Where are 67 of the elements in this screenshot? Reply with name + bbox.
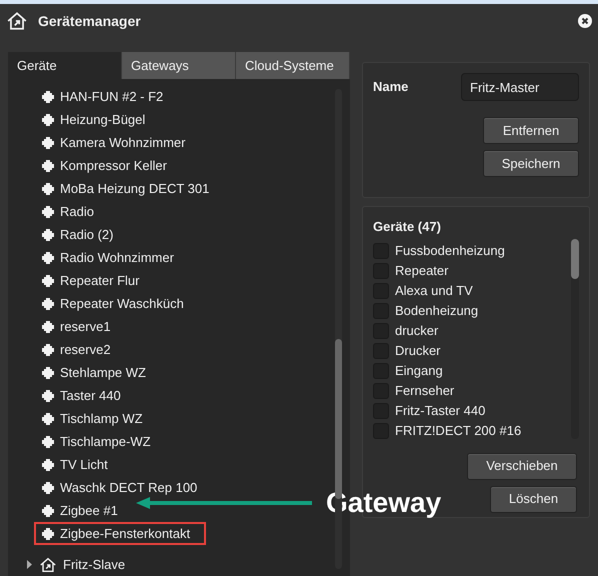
tree-item[interactable]: Kamera Wohnzimmer [34,131,196,154]
plug-icon [42,252,54,264]
tree-item[interactable]: TV Licht [34,453,118,476]
plug-icon [42,344,54,356]
device-label: FRITZ!DECT 200 #16 [395,422,522,440]
device-label: Alexa und TV [395,282,473,300]
plug-icon [42,320,54,332]
tree-item[interactable]: Heizung-Bügel [34,108,156,131]
action-button[interactable]: Löschen [490,486,577,512]
plug-icon [42,182,54,194]
plug-icon [42,436,54,448]
plug-icon [42,390,54,402]
name-field[interactable]: Fritz-Master [461,73,579,101]
plug-icon [42,458,54,470]
tab[interactable]: Cloud-Systeme [236,52,350,79]
plug-icon [42,504,54,516]
tree-item[interactable]: Tischlampe-WZ [34,430,161,453]
action-button[interactable]: Speichern [483,150,579,177]
plug-icon [42,274,54,286]
plug-icon [42,136,54,148]
tree-item[interactable]: Zigbee-Fensterkontakt [34,522,200,545]
device-label: Repeater [395,262,448,280]
tree-item[interactable]: Kompressor Keller [34,154,177,177]
tree-item[interactable]: MoBa Heizung DECT 301 [34,177,220,200]
tree-item[interactable]: Fritz-Slave [63,554,126,574]
plug-icon [42,298,54,310]
plug-icon [42,228,54,240]
plug-icon [42,482,54,494]
plug-icon [42,114,54,126]
tree-item[interactable]: reserve1 [34,315,121,338]
tab[interactable]: Gateways [122,52,236,79]
tree-item[interactable]: Radio [34,200,104,223]
plug-icon [42,528,54,540]
house-icon [6,10,28,32]
scrollbar[interactable] [571,238,579,438]
device-label: Bodenheizung [395,302,478,320]
plug-icon [42,412,54,424]
window-title: Gerätemanager [38,12,142,31]
plug-icon [42,366,54,378]
plug-icon [42,160,54,172]
tree-item[interactable]: reserve2 [34,338,121,361]
device-label: drucker [395,322,438,340]
close-icon[interactable] [578,14,592,28]
tree-item[interactable]: Repeater Flur [34,269,150,292]
house-icon [39,556,57,574]
device-label: Eingang [395,362,443,380]
action-button[interactable]: Entfernen [483,117,579,144]
action-button[interactable]: Verschieben [467,452,577,480]
tree-item[interactable]: Taster 440 [34,384,131,407]
tree-item[interactable]: Waschk DECT Rep 100 [34,476,208,499]
tree-item[interactable]: Tischlamp WZ [34,407,153,430]
device-label: Drucker [395,342,441,360]
device-label: Fernseher [395,382,454,400]
tree-item[interactable]: HAN-FUN #2 - F2 [34,85,174,108]
tree-item[interactable]: Stehlampe WZ [34,361,156,384]
field-label: Name [373,78,408,96]
device-label: Fussbodenheizung [395,242,505,260]
plug-icon [42,90,54,102]
tree-item[interactable]: Repeater Waschküch [34,292,194,315]
tree-item[interactable]: Radio (2) [34,223,124,246]
expand-arrow-icon[interactable] [26,560,33,569]
tree-item[interactable]: Zigbee #1 [34,499,128,522]
tree-item[interactable]: Radio Wohnzimmer [34,246,184,269]
device-label: Fritz-Taster 440 [395,402,486,420]
plug-icon [42,206,54,218]
section-title: Geräte (47) [373,218,442,236]
tab[interactable]: Geräte [8,52,122,79]
